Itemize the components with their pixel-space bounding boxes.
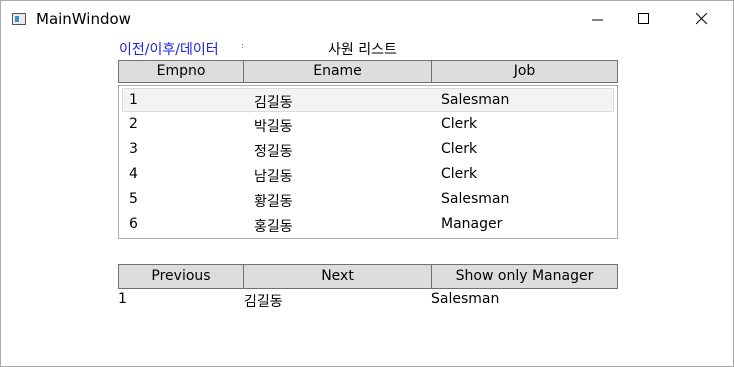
ename-cell: 황길동 [254,194,293,210]
job-cell: Salesman [441,92,510,108]
main-window: MainWindow 이전/이후/데이터 : 사원 리스트 Empno Enam… [0,0,734,367]
empno-cell: 5 [129,191,138,207]
ename-cell: 김길동 [254,95,293,111]
list-item[interactable]: 3 정길동 Clerk [122,138,614,162]
ename-cell: 정길동 [254,144,293,160]
empno-cell: 2 [129,116,138,132]
previous-button[interactable]: Previous [118,264,244,289]
nav-label: 이전/이후/데이터 [119,42,219,58]
show-only-manager-button[interactable]: Show only Manager [431,264,618,289]
ename-cell: 박길동 [254,119,293,135]
ename-cell: 남길동 [254,169,293,185]
empno-cell: 3 [129,141,138,157]
empno-cell: 6 [129,216,138,232]
list-item[interactable]: 1 김길동 Salesman [122,88,614,112]
job-cell: Salesman [441,191,510,207]
list-item[interactable]: 2 박길동 Clerk [122,113,614,137]
empno-cell: 1 [129,92,138,108]
current-job: Salesman [431,291,500,307]
job-cell: Clerk [441,116,478,132]
job-cell: Manager [441,216,503,232]
nav-separator: : [241,41,244,50]
column-header-ename[interactable]: Ename [243,60,432,83]
ename-cell: 홍길동 [254,219,293,235]
minimize-button[interactable] [575,1,621,38]
maximize-button[interactable] [621,1,667,38]
list-item[interactable]: 5 황길동 Salesman [122,188,614,212]
close-icon [696,13,708,25]
job-cell: Clerk [441,166,478,182]
column-header-empno[interactable]: Empno [118,60,244,83]
minimize-icon [592,19,603,21]
list-item[interactable]: 4 남길동 Clerk [122,163,614,187]
maximize-icon [638,13,649,24]
column-header-job[interactable]: Job [431,60,618,83]
window-title: MainWindow [36,10,131,28]
next-button[interactable]: Next [243,264,432,289]
list-item[interactable]: 6 홍길동 Manager [122,213,614,237]
job-cell: Clerk [441,141,478,157]
empno-cell: 4 [129,166,138,182]
employee-list[interactable]: 1 김길동 Salesman 2 박길동 Clerk 3 정길동 Clerk 4… [118,85,618,239]
title-bar[interactable]: MainWindow [1,1,733,38]
current-empno: 1 [118,291,127,307]
page-title: 사원 리스트 [328,42,397,58]
app-window-icon [12,13,26,25]
current-ename: 김길동 [244,294,283,310]
close-button[interactable] [679,1,725,38]
